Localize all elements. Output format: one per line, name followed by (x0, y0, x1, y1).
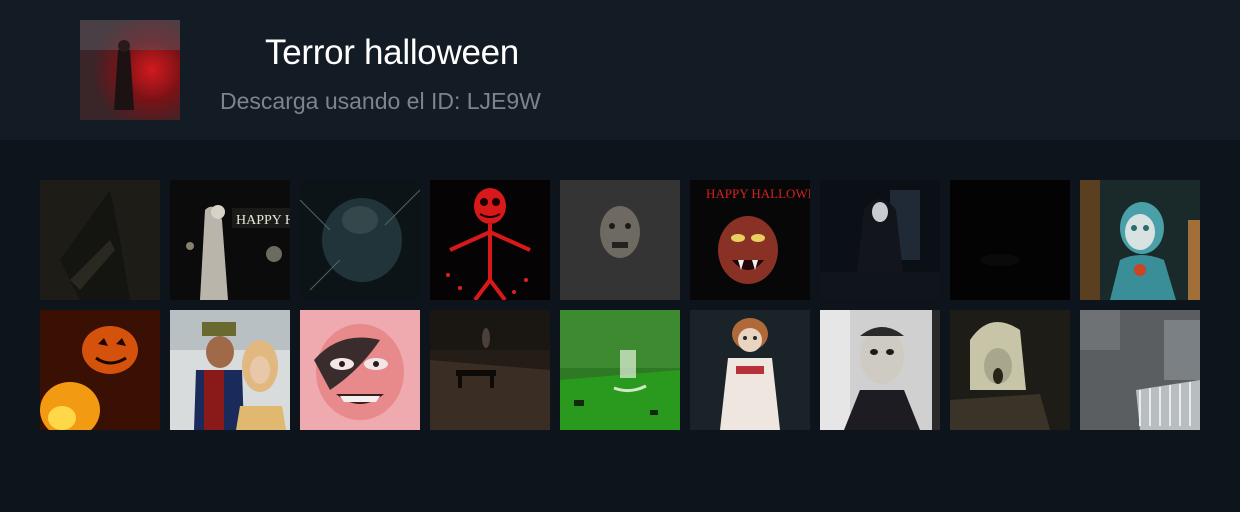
pack-download-id: Descarga usando el ID: LJE9W (220, 88, 541, 114)
pack-header: Terror halloween Descarga usando el ID: … (0, 0, 1240, 140)
pack-title: Terror halloween (265, 33, 519, 72)
sticker-green-rocking-chair[interactable] (560, 310, 680, 430)
sticker-dark-room[interactable] (950, 180, 1070, 300)
sticker-grid: HAPPY HEL HAPPY HALLOWEEN (40, 180, 1200, 430)
sticker-pennywise-clown[interactable] (1080, 180, 1200, 300)
sticker-bench-in-night-park[interactable] (430, 310, 550, 430)
sticker-crib-night-vision[interactable] (1080, 310, 1200, 430)
pack-cover-image (80, 20, 180, 120)
sticker-jack-o-lantern-fire[interactable] (40, 310, 160, 430)
sticker-annabelle-doll[interactable] (690, 310, 810, 430)
sticker-nun-in-hallway[interactable] (820, 180, 940, 300)
sticker-happy-halloween-vampire[interactable]: HAPPY HALLOWEEN (690, 180, 810, 300)
sticker-dark-hooded-figure[interactable] (40, 180, 160, 300)
sticker-creature-breaking-glass[interactable] (300, 180, 420, 300)
sticker-jack-skellington[interactable] (430, 180, 550, 300)
sticker-pink-grinning-face[interactable] (300, 310, 420, 430)
sticker-happy-halloween-ghost[interactable]: HAPPY HEL (170, 180, 290, 300)
sticker-caption-happy-halloween: HAPPY HALLOWEEN (706, 186, 810, 201)
sticker-screaming-old-woman[interactable] (950, 310, 1070, 430)
sticker-zombie-in-leaves[interactable] (560, 180, 680, 300)
sticker-freddy-and-girl[interactable] (170, 310, 290, 430)
sticker-caption-happy-hel: HAPPY HEL (236, 213, 290, 228)
sticker-michael-myers-mask[interactable] (820, 310, 940, 430)
